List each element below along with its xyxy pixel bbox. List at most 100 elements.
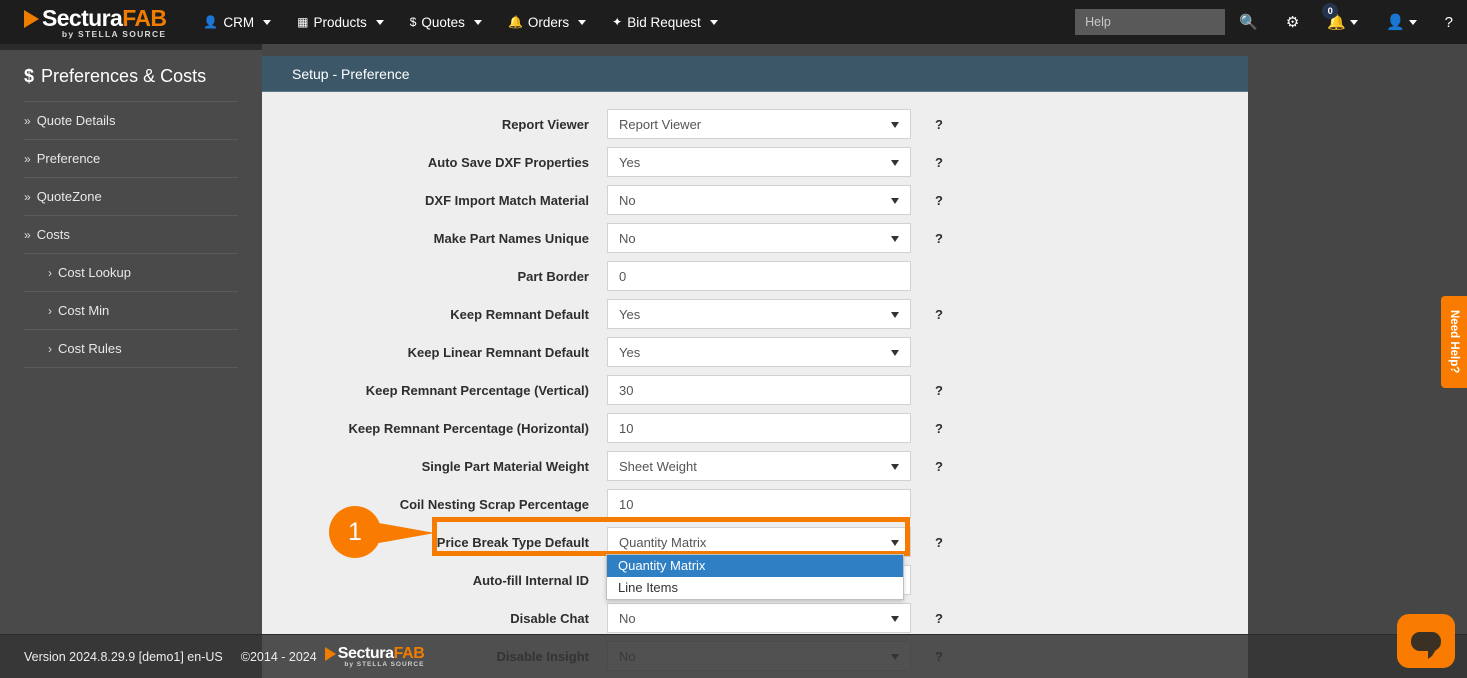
chevron-down-icon — [891, 540, 899, 546]
chat-button[interactable] — [1397, 614, 1455, 668]
chevron-down-icon — [1409, 20, 1417, 25]
select-field[interactable]: Quantity Matrix — [607, 527, 911, 557]
nav-item-products[interactable]: ▦ Products — [284, 0, 397, 44]
nav-item-bid-request[interactable]: ✦ Bid Request — [599, 0, 731, 44]
brand-name-secondary: FAB — [122, 5, 166, 32]
form-row: Disable ChatNo? — [262, 599, 1248, 637]
need-help-tab[interactable]: Need Help? — [1441, 296, 1467, 388]
chevron-down-icon — [891, 464, 899, 470]
field-value: 30 — [619, 383, 633, 398]
sidebar-item-label: Costs — [37, 227, 70, 242]
nav-label: Quotes — [421, 15, 465, 30]
sidebar-item-preference[interactable]: » Preference — [24, 140, 238, 178]
field-help-icon[interactable]: ? — [935, 459, 945, 474]
play-triangle-icon — [24, 10, 39, 28]
select-field[interactable]: No — [607, 185, 911, 215]
sidebar-item-label: Cost Lookup — [58, 265, 131, 280]
form-row: Make Part Names UniqueNo? — [262, 219, 1248, 257]
field-label: Coil Nesting Scrap Percentage — [262, 497, 607, 512]
select-field[interactable]: Yes — [607, 299, 911, 329]
chevron-down-icon — [1350, 20, 1358, 25]
select-field[interactable]: Sheet Weight — [607, 451, 911, 481]
select-field[interactable]: No — [607, 603, 911, 633]
field-label: Keep Remnant Percentage (Horizontal) — [262, 421, 607, 436]
sidebar-item-costs[interactable]: » Costs — [24, 216, 238, 254]
form-row: Keep Linear Remnant DefaultYes? — [262, 333, 1248, 371]
notifications-button[interactable]: 0 🔔 — [1313, 0, 1372, 44]
field-help-icon[interactable]: ? — [935, 611, 945, 626]
text-input-field[interactable]: 10 — [607, 489, 911, 519]
callout-pointer — [373, 522, 435, 544]
chevron-down-icon — [891, 616, 899, 622]
select-field[interactable]: Yes — [607, 147, 911, 177]
sidebar-item-cost-min[interactable]: › Cost Min — [24, 292, 238, 330]
sidebar-item-label: Cost Rules — [58, 341, 122, 356]
field-help-icon[interactable]: ? — [935, 383, 945, 398]
dollar-icon: $ — [24, 66, 34, 87]
version-text: Version 2024.8.29.9 [demo1] en-US — [24, 650, 223, 664]
price-break-type-dropdown-list[interactable]: Quantity MatrixLine Items — [606, 554, 904, 600]
top-navbar: SecturaFAB by STELLA SOURCE 👤 CRM ▦ Prod… — [0, 0, 1467, 44]
chevron-down-icon — [263, 20, 271, 25]
field-value: 0 — [619, 269, 626, 284]
chat-bubble-icon — [1411, 632, 1441, 651]
chevron-right-icon: » — [24, 228, 31, 242]
navbar-right-tools: 🔍 ⚙ 0 🔔 👤 ? — [1075, 0, 1467, 44]
brand-tagline: by STELLA SOURCE — [24, 29, 166, 39]
select-field[interactable]: No — [607, 223, 911, 253]
help-search-input[interactable] — [1075, 9, 1225, 35]
field-label: Keep Remnant Percentage (Vertical) — [262, 383, 607, 398]
field-help-icon[interactable]: ? — [935, 193, 945, 208]
field-help-icon[interactable]: ? — [935, 117, 945, 132]
search-icon[interactable]: 🔍 — [1225, 0, 1272, 44]
field-help-icon[interactable]: ? — [935, 155, 945, 170]
user-icon: 👤 — [1386, 13, 1405, 31]
field-label: Keep Linear Remnant Default — [262, 345, 607, 360]
field-help-icon[interactable]: ? — [935, 307, 945, 322]
copyright-text: ©2014 - 2024 — [241, 650, 317, 664]
text-input-field[interactable]: 10 — [607, 413, 911, 443]
sidebar-item-label: Quote Details — [37, 113, 116, 128]
sidebar-item-cost-rules[interactable]: › Cost Rules — [24, 330, 238, 368]
brand-logo[interactable]: SecturaFAB by STELLA SOURCE — [24, 5, 166, 39]
chevron-down-icon — [891, 312, 899, 318]
sidebar-item-quote-details[interactable]: » Quote Details — [24, 102, 238, 140]
field-label: Disable Chat — [262, 611, 607, 626]
help-question-icon[interactable]: ? — [1431, 0, 1467, 44]
dropdown-option[interactable]: Quantity Matrix — [607, 555, 903, 577]
form-row: DXF Import Match MaterialNo? — [262, 181, 1248, 219]
nav-item-quotes[interactable]: $ Quotes — [397, 0, 495, 44]
nav-item-orders[interactable]: 🔔 Orders — [495, 0, 599, 44]
select-field[interactable]: Report Viewer — [607, 109, 911, 139]
nav-item-crm[interactable]: 👤 CRM — [190, 0, 284, 44]
chevron-right-icon: › — [48, 266, 52, 280]
field-value: Yes — [619, 155, 640, 170]
sidebar-title-label: Preferences & Costs — [41, 66, 206, 87]
hammer-icon: ✦ — [612, 15, 622, 29]
app-root: SecturaFAB by STELLA SOURCE 👤 CRM ▦ Prod… — [0, 0, 1467, 678]
field-help-icon[interactable]: ? — [935, 231, 945, 246]
field-label: Make Part Names Unique — [262, 231, 607, 246]
field-value: 10 — [619, 421, 633, 436]
sidebar-content: $ Preferences & Costs » Quote Details » … — [0, 50, 262, 368]
form-row: Keep Remnant Percentage (Vertical) 30? — [262, 371, 1248, 409]
user-account-button[interactable]: 👤 — [1372, 0, 1431, 44]
nav-label: CRM — [223, 15, 254, 30]
gear-icon[interactable]: ⚙ — [1272, 0, 1313, 44]
sidebar-item-quotezone[interactable]: » QuoteZone — [24, 178, 238, 216]
field-value: Sheet Weight — [619, 459, 697, 474]
dropdown-option[interactable]: Line Items — [607, 577, 903, 599]
select-field[interactable]: Yes — [607, 337, 911, 367]
brand-logo-row: SecturaFAB — [24, 5, 166, 32]
field-help-icon[interactable]: ? — [935, 421, 945, 436]
text-input-field[interactable]: 30 — [607, 375, 911, 405]
form-row: Auto Save DXF Properties Yes? — [262, 143, 1248, 181]
sidebar-item-label: Cost Min — [58, 303, 109, 318]
field-label: DXF Import Match Material — [262, 193, 607, 208]
text-input-field[interactable]: 0 — [607, 261, 911, 291]
chevron-down-icon — [891, 122, 899, 128]
sidebar-item-cost-lookup[interactable]: › Cost Lookup — [24, 254, 238, 292]
field-value: Yes — [619, 345, 640, 360]
field-help-icon[interactable]: ? — [935, 535, 945, 550]
field-label: Auto Save DXF Properties — [262, 155, 607, 170]
